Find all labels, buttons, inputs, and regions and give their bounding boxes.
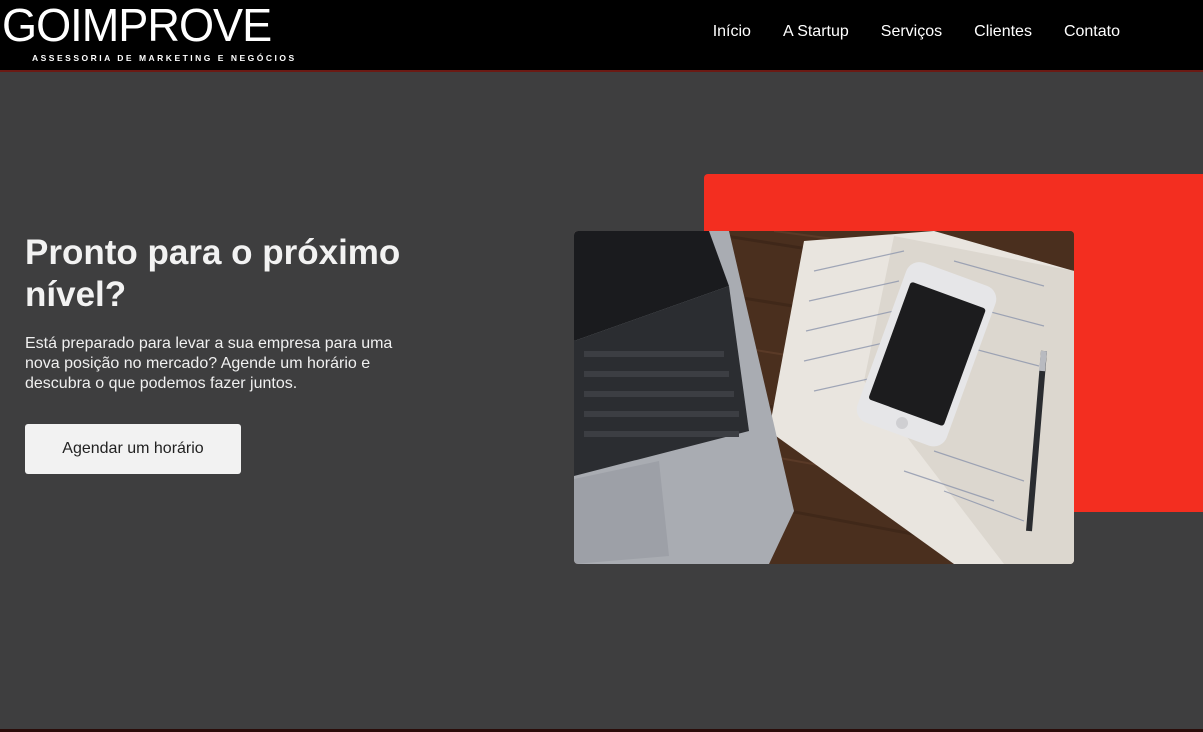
logo-text: GOIMPROVE xyxy=(2,0,272,51)
hero-text: Está preparado para levar a sua empresa … xyxy=(25,335,393,392)
nav-a-startup[interactable]: A Startup xyxy=(783,23,849,41)
nav-inicio[interactable]: Início xyxy=(713,23,751,41)
hero-image xyxy=(574,231,1074,564)
logo[interactable]: GOIMPROVE ASSESSORIA DE MARKETING E NEGÓ… xyxy=(2,0,294,72)
site-header: GOIMPROVE ASSESSORIA DE MARKETING E NEGÓ… xyxy=(0,0,1203,72)
nav-servicos[interactable]: Serviços xyxy=(881,23,942,41)
laptop-phone-notebook-illustration xyxy=(574,231,1074,564)
nav-clientes[interactable]: Clientes xyxy=(974,23,1032,41)
schedule-button[interactable]: Agendar um horário xyxy=(25,424,241,474)
hero-title: Pronto para o próximo nível? xyxy=(25,233,401,314)
logo-tagline: ASSESSORIA DE MARKETING E NEGÓCIOS xyxy=(32,53,297,63)
main-nav: Início A Startup Serviços Clientes Conta… xyxy=(713,23,1120,41)
nav-contato[interactable]: Contato xyxy=(1064,23,1120,41)
